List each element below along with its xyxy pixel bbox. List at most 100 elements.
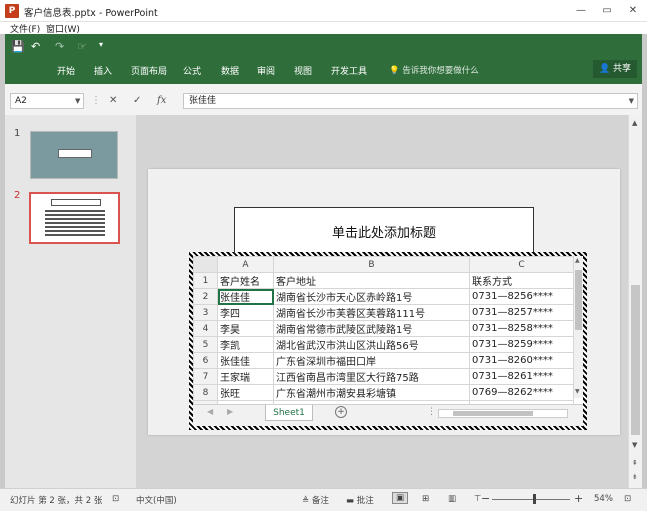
- cell[interactable]: 李四: [217, 304, 274, 321]
- share-button[interactable]: 👤 共享: [593, 60, 637, 78]
- row-header[interactable]: 4: [193, 320, 218, 337]
- close-button[interactable]: ✕: [622, 3, 644, 18]
- title-placeholder[interactable]: 单击此处添加标题: [234, 207, 534, 255]
- notes-icon: ≜: [302, 496, 310, 506]
- row-header[interactable]: 1: [193, 272, 218, 289]
- cell[interactable]: 王家瑞: [217, 368, 274, 385]
- customize-qat-icon[interactable]: ▾: [99, 40, 103, 49]
- zoom-level[interactable]: 54%: [594, 494, 613, 504]
- scroll-down-icon[interactable]: ▼: [575, 388, 580, 395]
- cell[interactable]: 张旺: [217, 384, 274, 401]
- slide-canvas[interactable]: 单击此处添加标题 A B C 1 客户姓名 客户地址 联系方式 2 张佳佳 湖南…: [148, 169, 620, 435]
- tab-home[interactable]: 开始: [57, 64, 75, 77]
- language-status[interactable]: 中文(中国): [136, 494, 177, 506]
- previous-slide-icon[interactable]: ⇞: [632, 459, 638, 467]
- zoom-out-button[interactable]: −: [481, 492, 490, 505]
- cell[interactable]: 湖南省常德市武陵区武陵路1号: [273, 320, 470, 337]
- next-sheet-icon[interactable]: ▶: [227, 407, 233, 416]
- undo-icon[interactable]: ↶: [31, 40, 40, 53]
- row-header[interactable]: 8: [193, 384, 218, 401]
- tab-review[interactable]: 审阅: [257, 64, 275, 77]
- row-header[interactable]: 7: [193, 368, 218, 385]
- tab-insert[interactable]: 插入: [94, 64, 112, 77]
- name-box[interactable]: A2 ▼: [10, 93, 84, 109]
- cell[interactable]: 0731—8261****: [469, 368, 574, 385]
- prev-sheet-icon[interactable]: ◀: [207, 407, 213, 416]
- cell[interactable]: 李昊: [217, 320, 274, 337]
- scroll-up-icon[interactable]: ▲: [632, 119, 637, 127]
- zoom-in-button[interactable]: +: [574, 492, 583, 505]
- cell[interactable]: 0731—8258****: [469, 320, 574, 337]
- menu-bar: 文件(F) 窗口(W): [0, 22, 647, 35]
- cancel-icon[interactable]: ✕: [109, 95, 117, 106]
- row-header[interactable]: 5: [193, 336, 218, 353]
- cell[interactable]: 0731—8257****: [469, 304, 574, 321]
- fit-to-window-icon[interactable]: ⊡: [624, 494, 631, 504]
- maximize-button[interactable]: ▭: [596, 3, 618, 18]
- row-header[interactable]: 6: [193, 352, 218, 369]
- reading-view-icon[interactable]: ▥: [448, 494, 456, 504]
- minimize-button[interactable]: —: [570, 3, 592, 18]
- row-header[interactable]: 2: [193, 288, 218, 305]
- comments-button[interactable]: ▬ 批注: [346, 494, 374, 506]
- select-all-corner[interactable]: [193, 256, 218, 273]
- scroll-thumb[interactable]: [453, 411, 533, 416]
- scroll-up-icon[interactable]: ▲: [575, 257, 580, 264]
- chevron-down-icon[interactable]: ▼: [75, 94, 80, 108]
- column-header[interactable]: A: [217, 256, 274, 273]
- cell[interactable]: 联系方式: [469, 272, 574, 289]
- cell[interactable]: 0731—8259****: [469, 336, 574, 353]
- cell[interactable]: 广东省深圳市福田口岸: [273, 352, 470, 369]
- tab-page-layout[interactable]: 页面布局: [131, 64, 167, 77]
- next-slide-icon[interactable]: ⇟: [632, 473, 638, 481]
- scroll-thumb[interactable]: [631, 285, 640, 435]
- cell[interactable]: 客户姓名: [217, 272, 274, 289]
- column-header[interactable]: C: [469, 256, 574, 273]
- cell[interactable]: 张佳佳: [217, 352, 274, 369]
- cell[interactable]: 江西省南昌市湾里区大行路75路: [273, 368, 470, 385]
- tell-me-search[interactable]: 💡 告诉我你想要做什么: [389, 64, 479, 76]
- vertical-scrollbar[interactable]: ▲ ▼ ⇞ ⇟: [628, 115, 642, 488]
- normal-view-icon[interactable]: ▣: [392, 492, 409, 504]
- cell[interactable]: 0769—8262****: [469, 384, 574, 401]
- cell[interactable]: 湖北省武汉市洪山区洪山路56号: [273, 336, 470, 353]
- add-sheet-icon[interactable]: +: [335, 406, 347, 418]
- tab-view[interactable]: 视图: [294, 64, 312, 77]
- cell[interactable]: 0731—8260****: [469, 352, 574, 369]
- slide-sorter-icon[interactable]: ⊞: [422, 494, 429, 504]
- sheet-horizontal-scrollbar[interactable]: [438, 409, 568, 418]
- slide-thumbnail-2[interactable]: [29, 192, 120, 244]
- cell[interactable]: 湖南省长沙市天心区赤岭路1号: [273, 288, 470, 305]
- slide-thumbnail-1[interactable]: [30, 131, 118, 179]
- notes-button[interactable]: ≜ 备注: [302, 494, 329, 506]
- embedded-worksheet[interactable]: A B C 1 客户姓名 客户地址 联系方式 2 张佳佳 湖南省长沙市天心区赤岭…: [189, 252, 587, 430]
- touch-mode-icon[interactable]: ☞: [77, 40, 87, 53]
- tab-data[interactable]: 数据: [221, 64, 239, 77]
- formula-input[interactable]: 张佳佳 ▼: [183, 93, 638, 109]
- save-icon[interactable]: 💾: [11, 40, 25, 53]
- cell[interactable]: 客户地址: [273, 272, 470, 289]
- cell[interactable]: 广东省潮州市潮安县彩塘镇: [273, 384, 470, 401]
- tab-developer[interactable]: 开发工具: [331, 64, 367, 77]
- row-header[interactable]: 3: [193, 304, 218, 321]
- scroll-down-icon[interactable]: ▼: [632, 441, 637, 449]
- cell[interactable]: 0731—8256****: [469, 288, 574, 305]
- active-cell[interactable]: 张佳佳: [217, 288, 274, 305]
- spell-check-icon[interactable]: ⊡: [112, 494, 119, 504]
- insert-function-icon[interactable]: fx: [157, 95, 166, 106]
- redo-icon[interactable]: ↷: [55, 40, 64, 53]
- sheet-vertical-scrollbar[interactable]: ▲ ▼: [573, 256, 583, 398]
- scroll-thumb[interactable]: [575, 270, 582, 330]
- zoom-slider[interactable]: [492, 499, 570, 500]
- column-header[interactable]: B: [273, 256, 470, 273]
- zoom-slider-handle[interactable]: [533, 494, 536, 504]
- sheet-tab-sheet1[interactable]: Sheet1: [265, 405, 313, 421]
- splitter-icon[interactable]: ⋮: [427, 407, 436, 417]
- slide-count-status: 幻灯片 第 2 张，共 2 张: [10, 496, 103, 506]
- cell[interactable]: 李凯: [217, 336, 274, 353]
- expand-formula-icon[interactable]: ▼: [629, 94, 634, 108]
- cell[interactable]: 湖南省长沙市芙蓉区芙蓉路111号: [273, 304, 470, 321]
- mini-line: [45, 218, 105, 220]
- tab-formulas[interactable]: 公式: [183, 64, 201, 77]
- enter-icon[interactable]: ✓: [133, 95, 141, 106]
